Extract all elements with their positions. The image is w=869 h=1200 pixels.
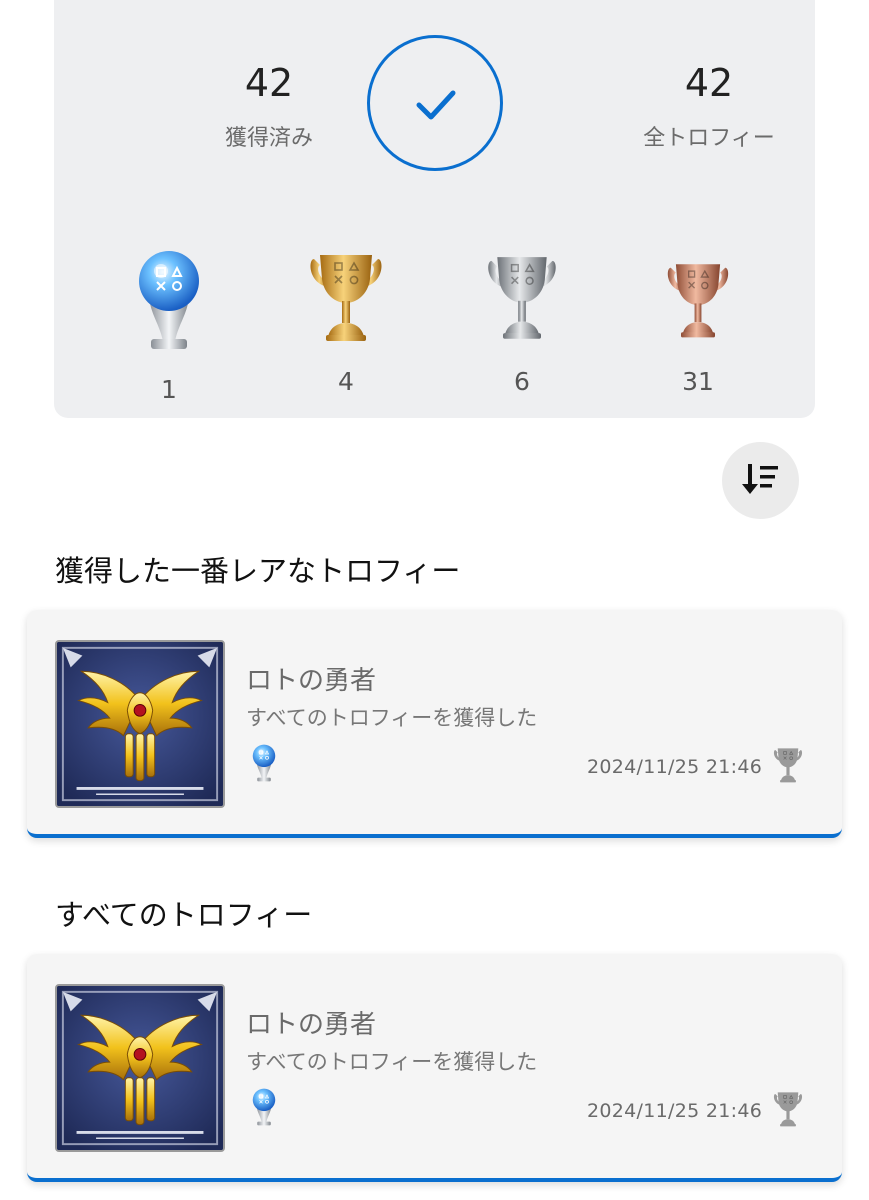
trophy-image	[55, 984, 225, 1152]
earned-date: 2024/11/25 21:46	[587, 756, 763, 778]
check-circle-icon	[367, 35, 503, 171]
earned-label: 獲得済み	[224, 126, 313, 151]
platinum-trophy-icon	[249, 742, 279, 784]
total-label: 全トロフィー	[643, 126, 775, 151]
trophy-earned-icon	[771, 1090, 805, 1128]
bronze-grade: 31	[648, 245, 748, 396]
silver-count: 6	[514, 367, 530, 396]
trophy-summary-card: 42 獲得済み 42 全トロフィー 1 4 6 31	[54, 0, 815, 418]
platinum-trophy-icon	[249, 1086, 279, 1128]
platinum-trophy-icon	[129, 245, 209, 355]
total-stat: 42 全トロフィー	[609, 64, 809, 152]
silver-grade: 6	[472, 245, 572, 396]
trophy-description: すべてのトロフィーを獲得した	[246, 706, 538, 730]
trophy-name: ロトの勇者	[246, 1010, 377, 1040]
earned-date: 2024/11/25 21:46	[587, 1100, 763, 1122]
earned-count: 42	[244, 61, 294, 105]
silver-trophy-icon	[484, 249, 560, 345]
trophy-list-item[interactable]: ロトの勇者 すべてのトロフィーを獲得した 2024/11/25 21:46	[27, 954, 842, 1182]
rarest-trophy-heading: 獲得した一番レアなトロフィー	[55, 554, 461, 588]
trophy-name: ロトの勇者	[246, 666, 377, 696]
trophy-image	[55, 640, 225, 808]
sort-descending-icon	[742, 464, 778, 494]
all-trophies-heading: すべてのトロフィー	[55, 898, 313, 932]
rarest-trophy-card[interactable]: ロトの勇者 すべてのトロフィーを獲得した 2024/11/25 21:46	[27, 610, 842, 838]
trophy-earned-icon	[771, 746, 805, 784]
gold-count: 4	[338, 367, 354, 396]
gold-grade: 4	[296, 245, 396, 396]
bronze-trophy-icon	[664, 255, 732, 345]
trophy-description: すべてのトロフィーを獲得した	[246, 1050, 538, 1074]
total-count: 42	[684, 61, 734, 105]
bronze-count: 31	[682, 367, 714, 396]
earned-stat: 42 獲得済み	[169, 64, 369, 152]
platinum-count: 1	[161, 375, 177, 404]
platinum-grade: 1	[119, 245, 219, 404]
gold-trophy-icon	[306, 249, 386, 345]
sort-button[interactable]	[722, 442, 799, 519]
